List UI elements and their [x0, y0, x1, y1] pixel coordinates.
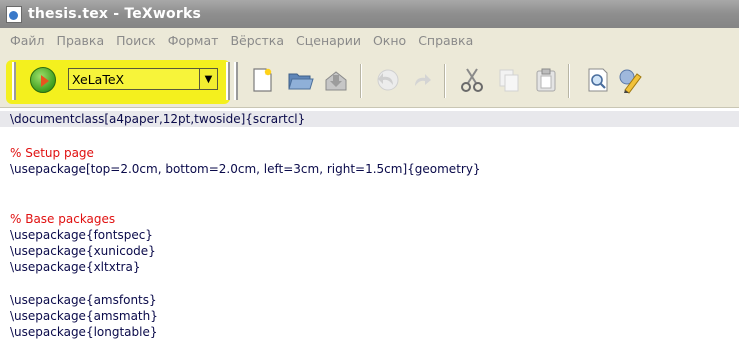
code-line[interactable] — [0, 177, 739, 193]
code-line[interactable]: % Base packages — [0, 211, 739, 227]
open-folder-icon[interactable] — [286, 66, 314, 94]
code-line[interactable]: \documentclass[a4paper,12pt,twoside]{scr… — [0, 111, 739, 127]
code-line[interactable]: \usepackage{amsmath} — [0, 308, 739, 324]
menu-help[interactable]: Справка — [412, 33, 479, 48]
find-icon[interactable] — [584, 66, 612, 94]
chevron-down-icon[interactable]: ▼ — [199, 69, 217, 89]
code-line[interactable]: \usepackage{longtable} — [0, 324, 739, 340]
engine-select-value: XeLaTeX — [72, 71, 125, 87]
code-line[interactable]: % Setup page — [0, 145, 739, 161]
code-line[interactable]: \usepackage{fontspec} — [0, 227, 739, 243]
toolbar-separator — [568, 64, 570, 98]
redo-icon[interactable] — [407, 66, 435, 94]
cut-icon[interactable] — [458, 66, 486, 94]
menu-scripts[interactable]: Сценарии — [290, 33, 367, 48]
menu-edit[interactable]: Правка — [51, 33, 111, 48]
edit-preferences-icon[interactable] — [616, 66, 644, 94]
save-icon[interactable] — [322, 66, 350, 94]
new-document-icon[interactable] — [248, 66, 276, 94]
menu-format[interactable]: Формат — [162, 33, 225, 48]
texworks-document-icon — [6, 5, 22, 23]
toolbar-grip[interactable] — [234, 62, 238, 100]
toolbar-grip[interactable] — [226, 62, 230, 100]
code-line[interactable]: \usepackage[top=2.0cm, bottom=2.0cm, lef… — [0, 161, 739, 177]
code-line[interactable]: \usepackage{amsfonts} — [0, 292, 739, 308]
toolbar-separator — [444, 64, 446, 98]
editor-pane[interactable]: \documentclass[a4paper,12pt,twoside]{scr… — [0, 108, 739, 343]
code-line[interactable] — [0, 275, 739, 291]
paste-icon[interactable] — [532, 66, 560, 94]
toolbar-separator — [360, 64, 362, 98]
copy-icon[interactable] — [495, 66, 523, 94]
code-line[interactable] — [0, 193, 739, 209]
menu-file[interactable]: Файл — [4, 33, 51, 48]
undo-icon[interactable] — [374, 66, 402, 94]
menu-bar: Файл Правка Поиск Формат Вёрстка Сценари… — [0, 28, 739, 52]
toolbar-grip[interactable] — [12, 62, 16, 100]
code-line[interactable]: \usepackage{xunicode} — [0, 243, 739, 259]
title-bar: thesis.tex - TeXworks — [0, 0, 739, 28]
window-title: thesis.tex - TeXworks — [28, 6, 201, 22]
menu-search[interactable]: Поиск — [110, 33, 162, 48]
code-line[interactable] — [0, 127, 739, 143]
toolbar: XeLaTeX ▼ — [0, 52, 739, 108]
menu-window[interactable]: Окно — [367, 33, 412, 48]
typeset-button[interactable] — [30, 67, 56, 93]
menu-typeset[interactable]: Вёрстка — [224, 33, 290, 48]
code-line[interactable]: \usepackage{xltxtra} — [0, 259, 739, 275]
engine-select[interactable]: XeLaTeX ▼ — [68, 68, 218, 90]
